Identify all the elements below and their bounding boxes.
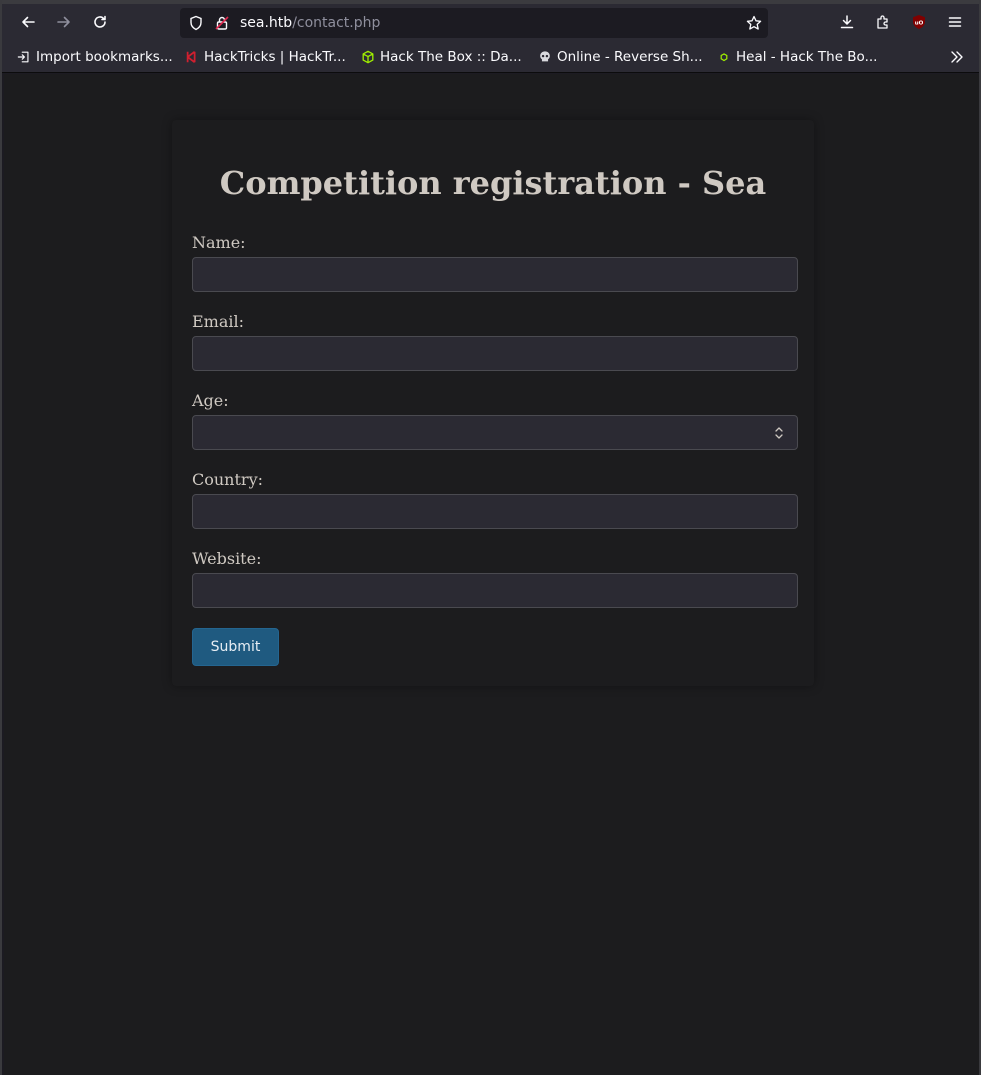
email-label: Email: xyxy=(192,312,245,331)
email-input[interactable] xyxy=(192,336,798,371)
forward-arrow-icon xyxy=(57,16,70,28)
ublock-origin-icon: uO xyxy=(913,15,925,29)
bookmarks-overflow-icon[interactable] xyxy=(949,49,965,65)
bookmark-label: HackTricks | HackTr... xyxy=(204,49,346,65)
menu-button[interactable] xyxy=(939,6,971,38)
country-label: Country: xyxy=(192,470,263,489)
bookmark-label: Hack The Box :: Da... xyxy=(380,49,522,65)
bookmark-label: Online - Reverse Sh... xyxy=(557,49,703,65)
reload-icon xyxy=(94,15,106,28)
downloads-button[interactable] xyxy=(831,6,863,38)
page-content: Competition registration - Sea Name: Ema… xyxy=(4,74,979,1075)
form-title: Competition registration - Sea xyxy=(219,164,767,202)
registration-form: Competition registration - Sea Name: Ema… xyxy=(172,120,814,686)
bookmark-heal[interactable]: Heal - Hack The Bo... xyxy=(716,46,877,68)
nav-toolbar: sea.htb/contact.php uO xyxy=(2,4,979,40)
bookmark-label: Import bookmarks... xyxy=(36,49,173,65)
country-input[interactable] xyxy=(192,494,798,529)
bookmark-star-icon[interactable] xyxy=(746,15,762,31)
url-bar[interactable]: sea.htb/contact.php xyxy=(180,8,768,38)
reload-button[interactable] xyxy=(84,6,116,38)
htb-small-icon xyxy=(716,49,732,65)
back-arrow-icon xyxy=(22,16,35,28)
extensions-button[interactable] xyxy=(867,6,899,38)
browser-window: sea.htb/contact.php uO Import bookmarks.… xyxy=(0,0,981,1075)
bookmark-import[interactable]: Import bookmarks... xyxy=(16,46,173,68)
url-host: sea.htb xyxy=(240,15,293,31)
bookmark-hacktricks[interactable]: HackTricks | HackTr... xyxy=(184,46,346,68)
ublock-button[interactable]: uO xyxy=(903,6,935,38)
hacktricks-icon xyxy=(184,49,200,65)
bookmark-htb[interactable]: Hack The Box :: Da... xyxy=(360,46,522,68)
hamburger-icon xyxy=(948,17,962,27)
age-select[interactable] xyxy=(192,415,798,450)
url-path: /contact.php xyxy=(292,15,381,31)
bookmark-revshells[interactable]: Online - Reverse Sh... xyxy=(537,46,703,68)
svg-text:uO: uO xyxy=(915,20,924,26)
bookmark-label: Heal - Hack The Bo... xyxy=(736,49,878,65)
download-icon xyxy=(840,15,854,29)
puzzle-icon xyxy=(877,15,888,29)
website-label: Website: xyxy=(192,549,262,568)
age-label: Age: xyxy=(192,391,229,410)
forward-button[interactable] xyxy=(48,6,80,38)
skull-icon xyxy=(537,49,553,65)
back-button[interactable] xyxy=(12,6,44,38)
import-icon xyxy=(16,49,32,65)
insecure-lock-icon[interactable] xyxy=(214,15,230,31)
htb-cube-icon xyxy=(360,49,376,65)
select-updown-icon xyxy=(775,427,783,439)
shield-icon[interactable] xyxy=(188,15,204,31)
name-label: Name: xyxy=(192,233,246,252)
bookmarks-toolbar: Import bookmarks... HackTricks | HackTr.… xyxy=(2,40,979,73)
website-input[interactable] xyxy=(192,573,798,608)
url-text[interactable]: sea.htb/contact.php xyxy=(240,15,380,31)
name-input[interactable] xyxy=(192,257,798,292)
submit-button[interactable]: Submit xyxy=(192,628,279,666)
